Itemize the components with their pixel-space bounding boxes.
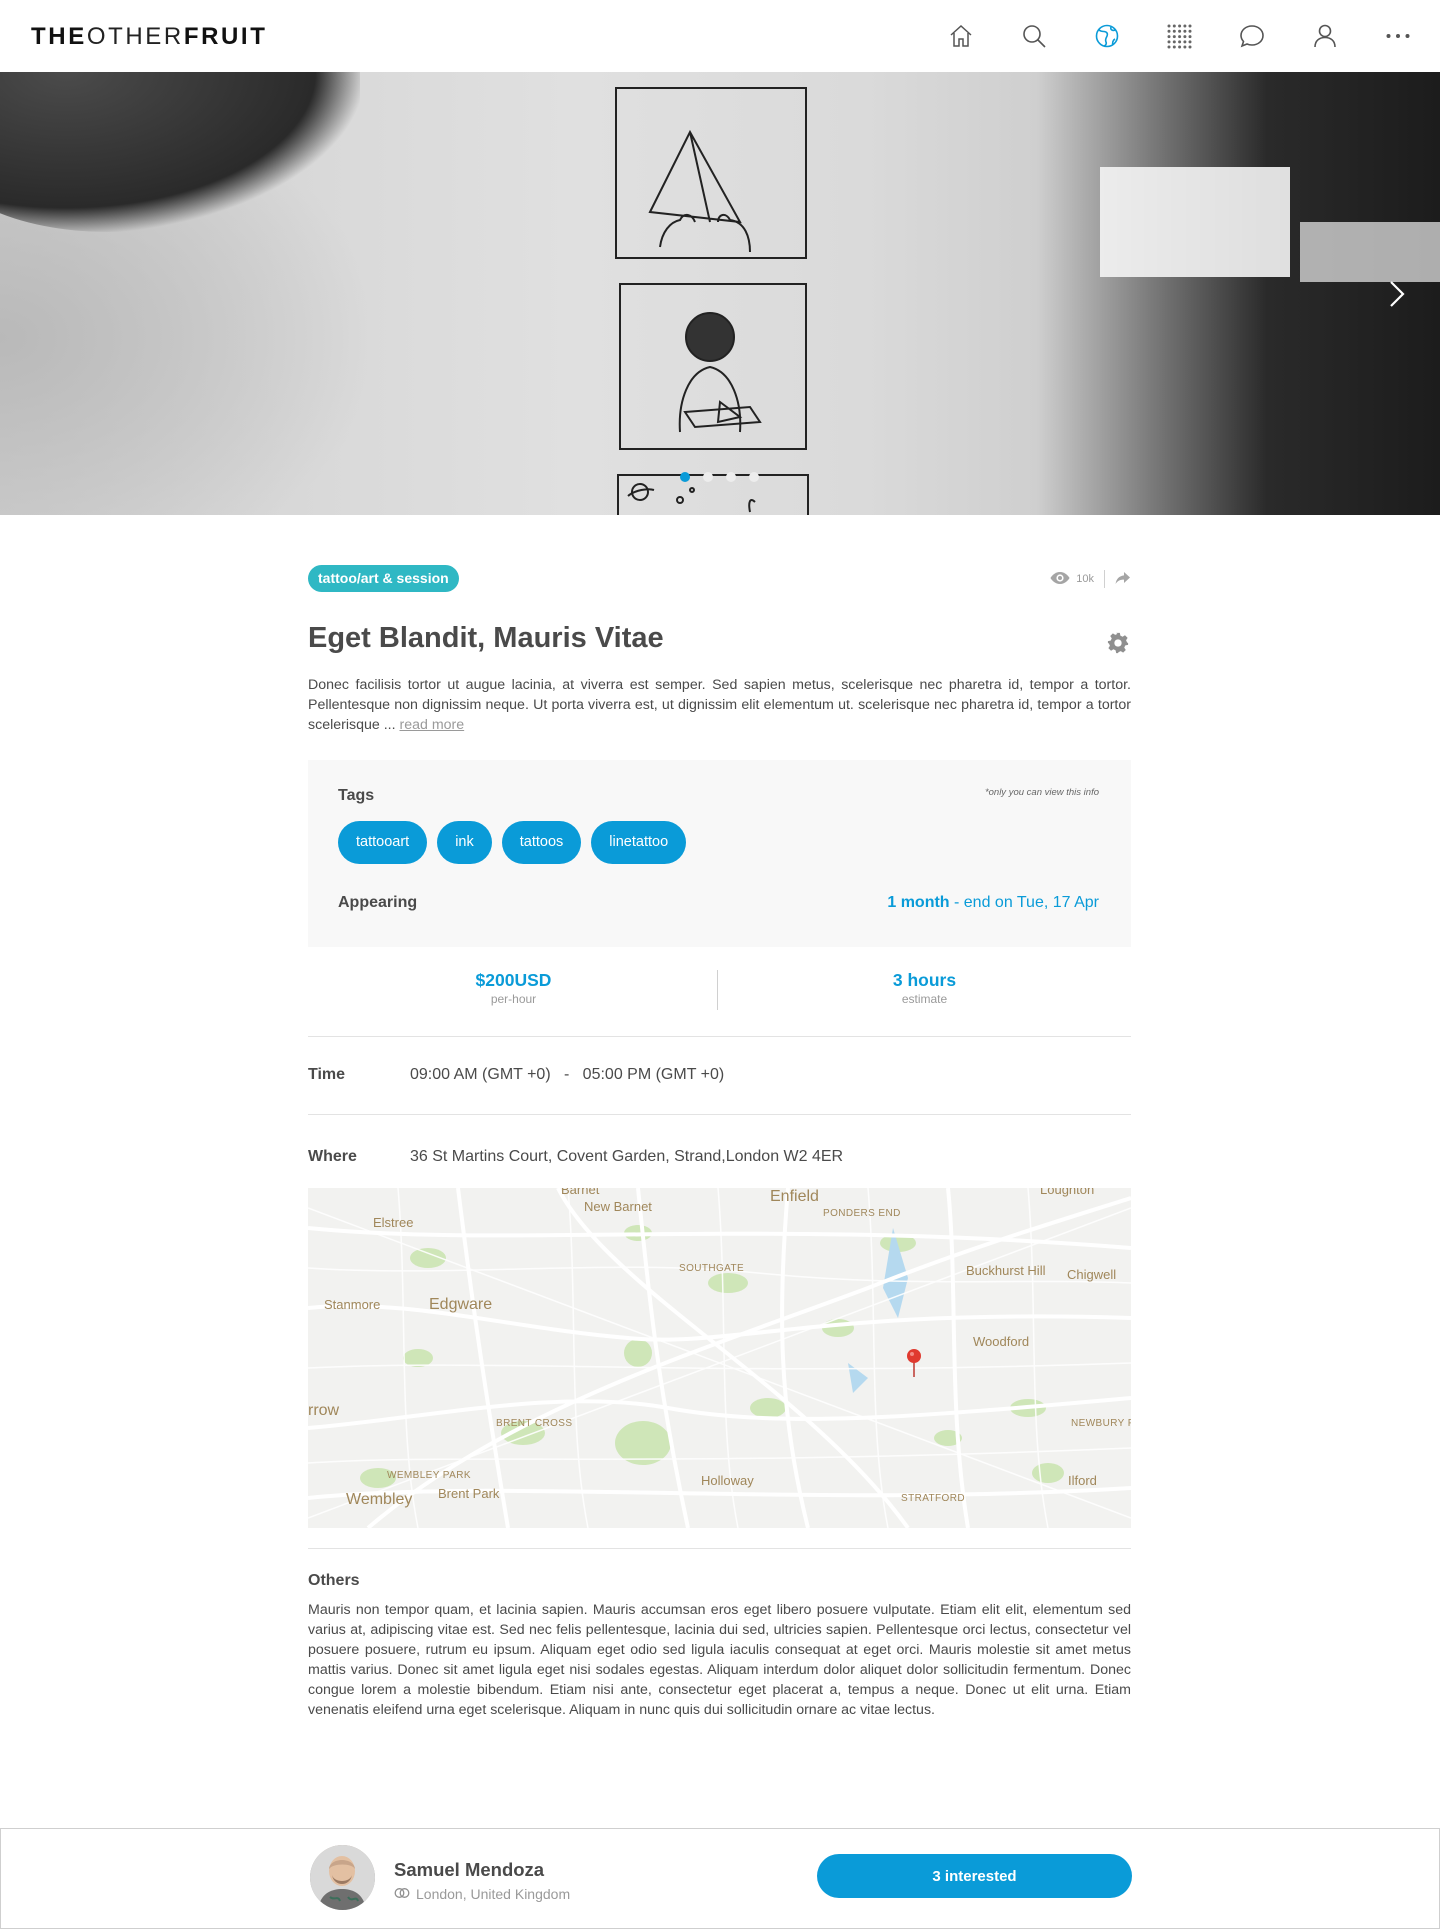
divider [308, 1548, 1131, 1549]
listing-title: Eget Blandit, Mauris Vitae [308, 622, 664, 654]
map-label: NEWBURY P [1071, 1418, 1131, 1429]
map-label: Wembley [346, 1491, 413, 1508]
others-label: Others [308, 1572, 360, 1589]
interested-button[interactable]: 3 interested [817, 1854, 1132, 1898]
brand-logo[interactable]: THEOTHERFRUIT [31, 23, 267, 51]
appearing-value: 1 month - end on Tue, 17 Apr [887, 894, 1099, 912]
time-range: 09:00 AM (GMT +0) - 05:00 PM (GMT +0) [410, 1066, 724, 1084]
duration-note: estimate [901, 992, 948, 1006]
map-label: WEMBLEY PARK [387, 1470, 471, 1481]
eye-icon [1050, 571, 1070, 588]
grid-icon[interactable] [1163, 20, 1195, 52]
duration-value: 3 hours [892, 970, 957, 990]
time-label: Time [308, 1066, 346, 1083]
appearing-end-date: - end on Tue, 17 Apr [949, 894, 1099, 911]
read-more-link[interactable]: read more [399, 717, 464, 733]
map-label: New Barnet [584, 1199, 652, 1214]
time-separator: - [564, 1066, 570, 1083]
avatar[interactable] [310, 1845, 375, 1910]
map-label: STRATFORD [901, 1493, 965, 1504]
price-value: $200USD [475, 970, 552, 990]
logo-part-the: THE [31, 23, 87, 50]
category-badge[interactable]: tattoo/art & session [308, 565, 459, 592]
gallery-dot-3[interactable] [726, 472, 736, 482]
globe-icon[interactable] [1091, 20, 1123, 52]
map-label: PONDERS END [823, 1208, 901, 1219]
private-note: *only you can view this info [984, 787, 1099, 798]
view-count: 10k [1076, 573, 1094, 585]
map-label: Holloway [701, 1473, 754, 1488]
chat-icon[interactable] [1236, 20, 1268, 52]
owner-action-bar: Samuel Mendoza London, United Kingdom 3 … [0, 1828, 1440, 1929]
hero-photo-window [1100, 167, 1290, 277]
appearing-duration: 1 month [887, 894, 950, 911]
stats-divider [1104, 570, 1105, 588]
others-text: Mauris non tempor quam, et lacinia sapie… [308, 1602, 1131, 1718]
gallery-dot-4[interactable] [749, 472, 759, 482]
avatar-portrait [310, 1845, 375, 1910]
price-block: $200USD per-hour [308, 970, 719, 1006]
map-label: Buckhurst Hill [966, 1263, 1046, 1278]
private-info-panel: Tags *only you can view this info tattoo… [308, 760, 1131, 947]
listing-description: Donec facilisis tortor ut augue lacinia,… [308, 675, 1131, 735]
map-label: Elstree [373, 1215, 414, 1230]
map-label: BRENT CROSS [496, 1418, 573, 1429]
map-label: Edgware [429, 1296, 493, 1313]
map-label: Brent Park [438, 1486, 500, 1501]
tag-list: tattooart ink tattoos linetattoo [338, 821, 687, 864]
tattoo-illustration [615, 87, 809, 515]
logo-part-other: OTHER [86, 23, 184, 50]
more-icon[interactable] [1382, 20, 1414, 52]
map-label: Woodford [973, 1334, 1030, 1349]
map-label: Barnet [561, 1188, 600, 1197]
duration-block: 3 hours estimate [719, 970, 1130, 1006]
map-label: rrow [308, 1402, 340, 1419]
price-unit: per-hour [490, 992, 537, 1006]
hero-photo-window-2 [1300, 222, 1440, 282]
pricing-summary: $200USD per-hour 3 hours estimate [308, 970, 1131, 1030]
gallery-dot-2[interactable] [703, 472, 713, 482]
divider [308, 1114, 1131, 1115]
image-gallery[interactable] [0, 72, 1440, 515]
tags-label: Tags [338, 787, 375, 804]
share-icon[interactable] [1115, 571, 1131, 588]
gear-icon[interactable] [1107, 632, 1129, 654]
address: 36 St Martins Court, Covent Garden, Stra… [410, 1148, 844, 1165]
owner-location-text: London, United Kingdom [416, 1886, 571, 1902]
map-label: Stanmore [324, 1297, 381, 1312]
map-label: Chigwell [1067, 1267, 1117, 1282]
gallery-dot-1[interactable] [680, 472, 690, 482]
listing-stats: 10k [1050, 570, 1131, 588]
divider [308, 1036, 1131, 1037]
time-start: 09:00 AM (GMT +0) [410, 1066, 551, 1083]
logo-part-fruit: FRUIT [183, 23, 268, 50]
next-slide-button[interactable] [1381, 274, 1411, 314]
search-icon[interactable] [1018, 20, 1050, 52]
time-end: 05:00 PM (GMT +0) [582, 1066, 725, 1083]
gallery-pagination [680, 472, 759, 482]
map-label: SOUTHGATE [679, 1263, 745, 1274]
map-label: Loughton [1040, 1188, 1095, 1197]
tag-chip[interactable]: tattoos [501, 821, 582, 864]
home-icon[interactable] [945, 20, 977, 52]
tag-chip[interactable]: linetattoo [591, 821, 687, 864]
location-map[interactable]: Barnet Enfield Loughton New Barnet PONDE… [308, 1188, 1131, 1528]
tag-chip[interactable]: ink [437, 821, 492, 864]
where-label: Where [308, 1148, 357, 1165]
user-icon[interactable] [1309, 20, 1341, 52]
tag-chip[interactable]: tattooart [338, 821, 428, 864]
location-icon [394, 1886, 410, 1902]
pricing-divider [717, 970, 718, 1010]
owner-name[interactable]: Samuel Mendoza [394, 1859, 544, 1881]
map-label: Ilford [1068, 1473, 1097, 1488]
appearing-label: Appearing [338, 894, 418, 911]
map-pin-icon[interactable] [906, 1348, 922, 1378]
map-label: Enfield [770, 1188, 819, 1205]
top-navigation-bar: THEOTHERFRUIT [0, 0, 1440, 72]
owner-location: London, United Kingdom [394, 1886, 570, 1902]
